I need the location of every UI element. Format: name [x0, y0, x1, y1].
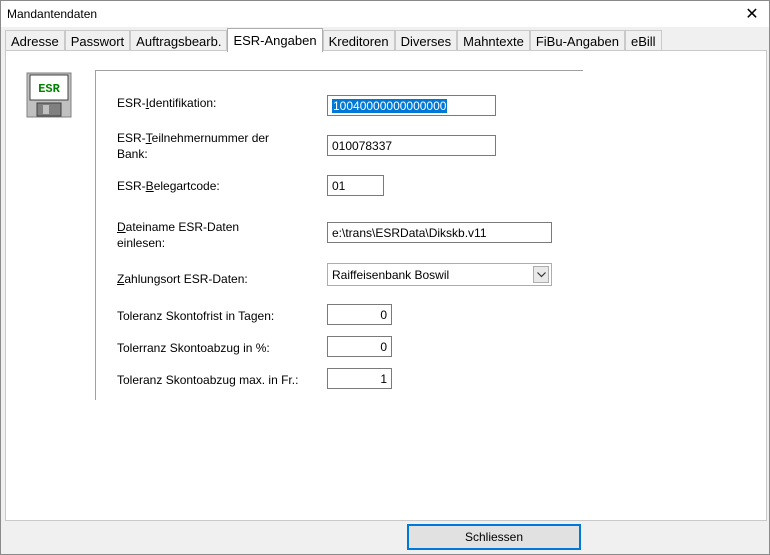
skontoabzug-field[interactable]: 0	[327, 336, 392, 357]
tab-kreditoren[interactable]: Kreditoren	[322, 30, 395, 51]
tab-diverses[interactable]: Diverses	[394, 30, 458, 51]
tab-esr-angaben[interactable]: ESR-Angaben	[227, 28, 323, 52]
dateiname-field[interactable]: e:\trans\ESRData\Dikskb.v11	[327, 222, 552, 243]
tab-ebill[interactable]: eBill	[624, 30, 662, 51]
teilnehmer-field[interactable]: 010078337	[327, 135, 496, 156]
esr-id-field[interactable]: 10040000000000000	[327, 95, 496, 116]
esr-id-label: ESR-Identifikation:	[117, 96, 217, 110]
tab-fibu-angaben[interactable]: FiBu-Angaben	[529, 30, 625, 51]
title-bar: Mandantendaten ✕	[1, 1, 769, 27]
chevron-down-icon[interactable]	[533, 266, 549, 283]
window-title: Mandantendaten	[7, 7, 98, 21]
tab-adresse[interactable]: Adresse	[5, 30, 65, 51]
close-button[interactable]: Schliessen	[407, 524, 581, 550]
tab-mahntexte[interactable]: Mahntexte	[457, 30, 530, 51]
zahlungsort-dropdown[interactable]: Raiffeisenbank Boswil	[327, 263, 552, 286]
skontoabzug-label: Tolerranz Skontoabzug in %:	[117, 341, 270, 355]
skontofrist-label: Toleranz Skontofrist in Tagen:	[117, 309, 275, 323]
tab-panel-esr: ESR ESR-Identifikation: 1004000000000000…	[5, 50, 767, 521]
skontomax-label: Toleranz Skontoabzug max. in Fr.:	[117, 373, 299, 387]
esr-disk-icon: ESR	[26, 72, 72, 118]
tab-passwort[interactable]: Passwort	[64, 30, 131, 51]
dateiname-label: Dateiname ESR-Daten einlesen:	[117, 220, 240, 250]
button-bar: Schliessen	[1, 521, 769, 554]
skontofrist-field[interactable]: 0	[327, 304, 392, 325]
teilnehmer-label: ESR-Teilnehmernummer der Bank:	[117, 131, 270, 161]
frame-divider-vertical	[95, 70, 96, 400]
close-icon[interactable]: ✕	[739, 3, 765, 25]
frame-divider	[96, 70, 583, 71]
tab-bar: Adresse Passwort Auftragsbearb. ESR-Anga…	[5, 28, 662, 52]
dialog-window: Mandantendaten ✕ Adresse Passwort Auftra…	[0, 0, 770, 555]
tab-auftragsbearb[interactable]: Auftragsbearb.	[130, 30, 228, 51]
zahlungsort-label: Zahlungsort ESR-Daten:	[117, 272, 248, 286]
belegart-field[interactable]: 01	[327, 175, 384, 196]
belegart-label: ESR-Belegartcode:	[117, 179, 220, 193]
skontomax-field[interactable]: 1	[327, 368, 392, 389]
svg-text:ESR: ESR	[38, 82, 60, 96]
